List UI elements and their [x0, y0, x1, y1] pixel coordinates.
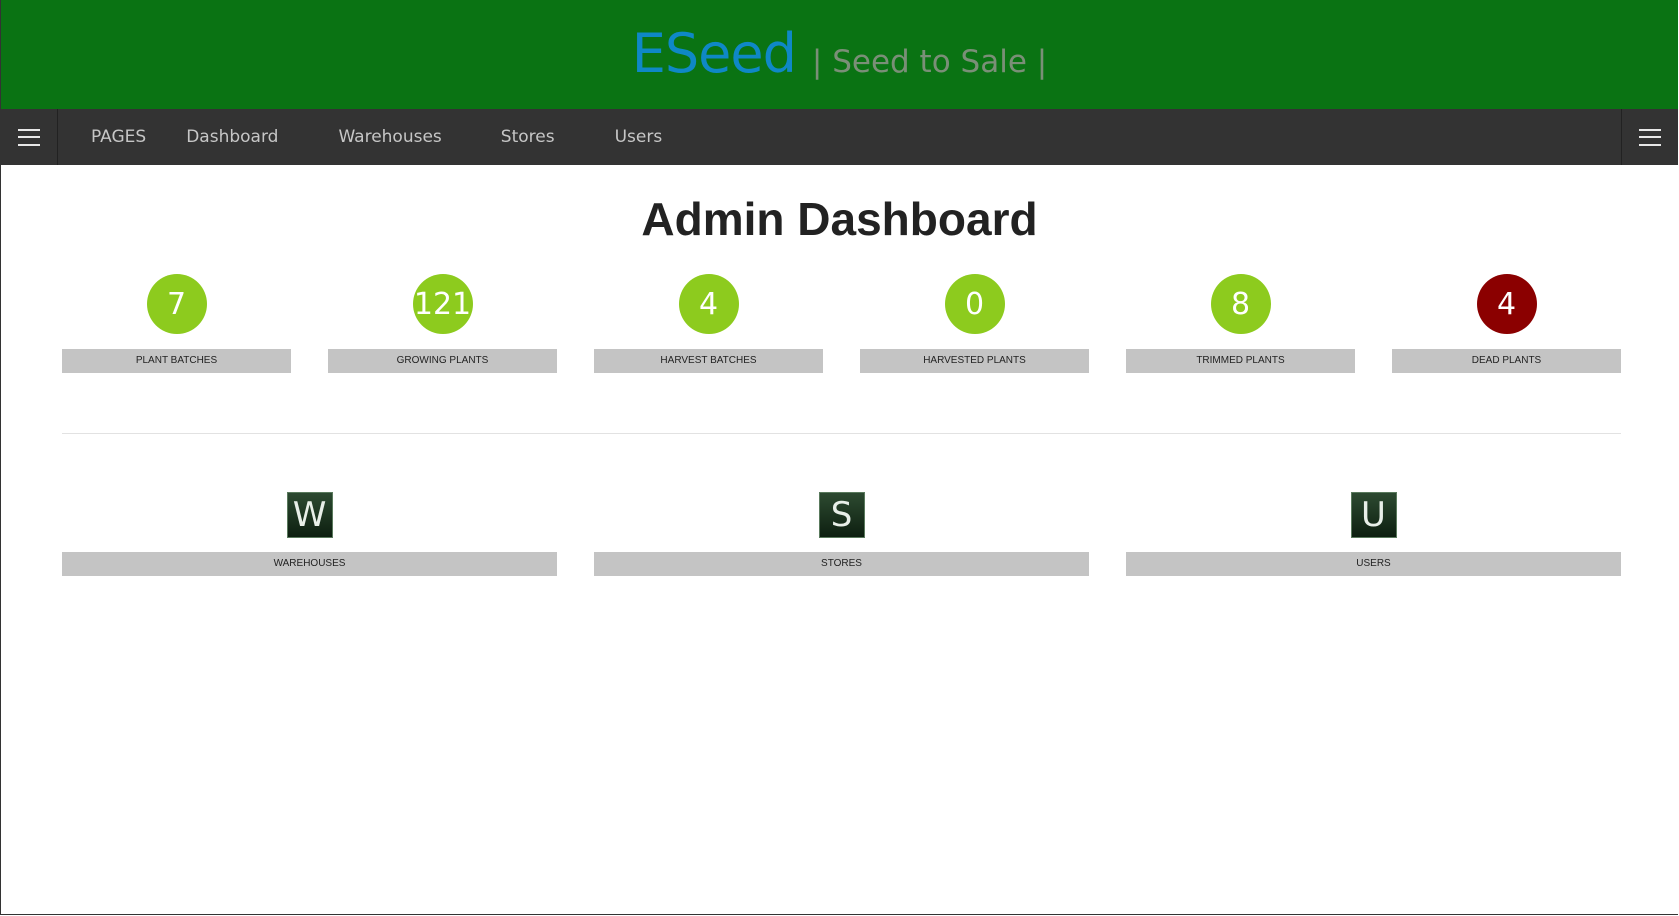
link-label: STORES — [594, 552, 1089, 576]
stat-count-badge: 7 — [146, 274, 207, 334]
stat-harvested-plants[interactable]: 0 HARVESTED PLANTS — [860, 274, 1089, 373]
stat-label: DEAD PLANTS — [1392, 349, 1621, 373]
left-menu-button[interactable] — [1, 109, 58, 165]
stat-growing-plants[interactable]: 121 GROWING PLANTS — [328, 274, 557, 373]
stat-count-badge: 4 — [1476, 274, 1537, 334]
stat-label: GROWING PLANTS — [328, 349, 557, 373]
nav-item-pages[interactable]: PAGES — [91, 127, 146, 147]
stat-harvest-batches[interactable]: 4 HARVEST BATCHES — [594, 274, 823, 373]
stat-count-badge: 121 — [412, 274, 473, 334]
stat-plant-batches[interactable]: 7 PLANT BATCHES — [62, 274, 291, 373]
stat-count-badge: 4 — [678, 274, 739, 334]
brand-name[interactable]: ESeed — [632, 22, 797, 85]
stores-link[interactable]: S STORES — [594, 492, 1089, 576]
nav-menu: PAGES Dashboard Warehouses Stores Users — [58, 109, 662, 165]
hamburger-icon — [1639, 128, 1661, 146]
site-header: ESeed | Seed to Sale | — [1, 0, 1678, 109]
link-label: WAREHOUSES — [62, 552, 557, 576]
right-menu-button[interactable] — [1621, 109, 1678, 165]
stat-count-badge: 8 — [1210, 274, 1271, 334]
page-title: Admin Dashboard — [641, 193, 1038, 245]
stat-count-badge: 0 — [944, 274, 1005, 334]
stat-trimmed-plants[interactable]: 8 TRIMMED PLANTS — [1126, 274, 1355, 373]
warehouses-link[interactable]: W WAREHOUSES — [62, 492, 557, 576]
users-link[interactable]: U USERS — [1126, 492, 1621, 576]
section-divider — [62, 433, 1621, 434]
users-icon: U — [1350, 492, 1397, 538]
nav-item-warehouses[interactable]: Warehouses — [338, 127, 441, 147]
stat-label: HARVEST BATCHES — [594, 349, 823, 373]
brand-tagline: | Seed to Sale | — [811, 44, 1048, 80]
nav-item-users[interactable]: Users — [615, 127, 663, 147]
stores-icon: S — [818, 492, 865, 538]
link-label: USERS — [1126, 552, 1621, 576]
hamburger-icon — [18, 128, 40, 146]
nav-item-dashboard[interactable]: Dashboard — [186, 127, 278, 147]
app-window: ESeed | Seed to Sale | PAGES Dashboard W… — [0, 0, 1678, 915]
quick-links: W WAREHOUSES S STORES U USERS — [62, 492, 1621, 582]
stats-row: 7 PLANT BATCHES 121 GROWING PLANTS 4 HAR… — [62, 274, 1621, 374]
navbar: PAGES Dashboard Warehouses Stores Users — [1, 109, 1678, 165]
brand[interactable]: ESeed | Seed to Sale | — [632, 22, 1047, 85]
nav-item-stores[interactable]: Stores — [501, 127, 555, 147]
stat-label: TRIMMED PLANTS — [1126, 349, 1355, 373]
stat-dead-plants[interactable]: 4 DEAD PLANTS — [1392, 274, 1621, 373]
warehouses-icon: W — [286, 492, 333, 538]
stat-label: PLANT BATCHES — [62, 349, 291, 373]
stat-label: HARVESTED PLANTS — [860, 349, 1089, 373]
